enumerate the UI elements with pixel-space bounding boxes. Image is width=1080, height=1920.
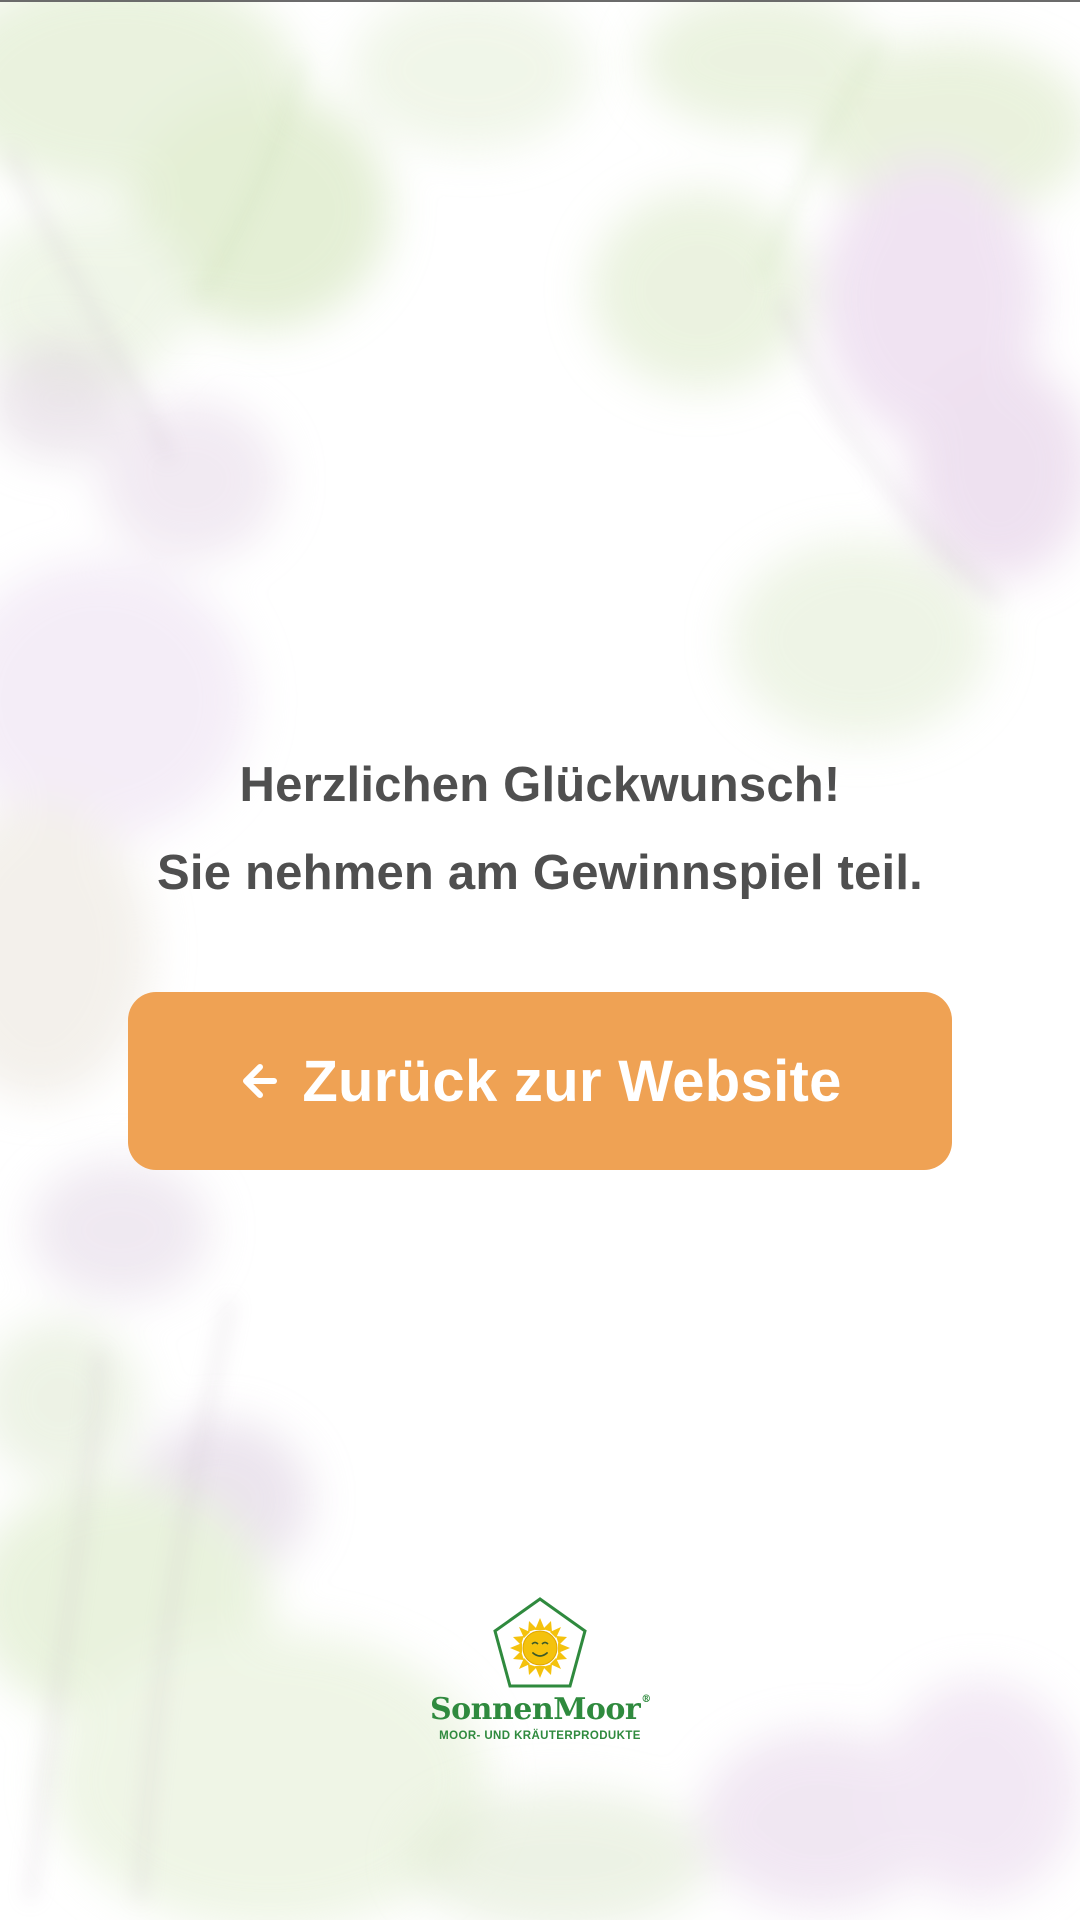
back-to-website-label: Zurück zur Website xyxy=(302,1048,842,1114)
arrow-left-icon xyxy=(243,1064,278,1098)
congrats-headline: Herzlichen Glückwunsch! xyxy=(239,758,841,812)
sonnenmoor-logo: SonnenMoor® MOOR- UND KRÄUTERPRODUKTE xyxy=(430,1596,651,1746)
confirmation-screen: Herzlichen Glückwunsch! Sie nehmen am Ge… xyxy=(0,0,1080,1920)
registered-mark: ® xyxy=(641,1694,651,1705)
participation-message: Sie nehmen am Gewinnspiel teil. xyxy=(157,846,923,900)
back-to-website-button[interactable]: Zurück zur Website xyxy=(128,992,952,1170)
top-border xyxy=(0,0,1080,2)
brand-tagline: MOOR- UND KRÄUTERPRODUKTE xyxy=(439,1730,641,1742)
sun-pentagon-logo-icon xyxy=(493,1597,587,1688)
brand-name: SonnenMoor® xyxy=(430,1692,651,1727)
